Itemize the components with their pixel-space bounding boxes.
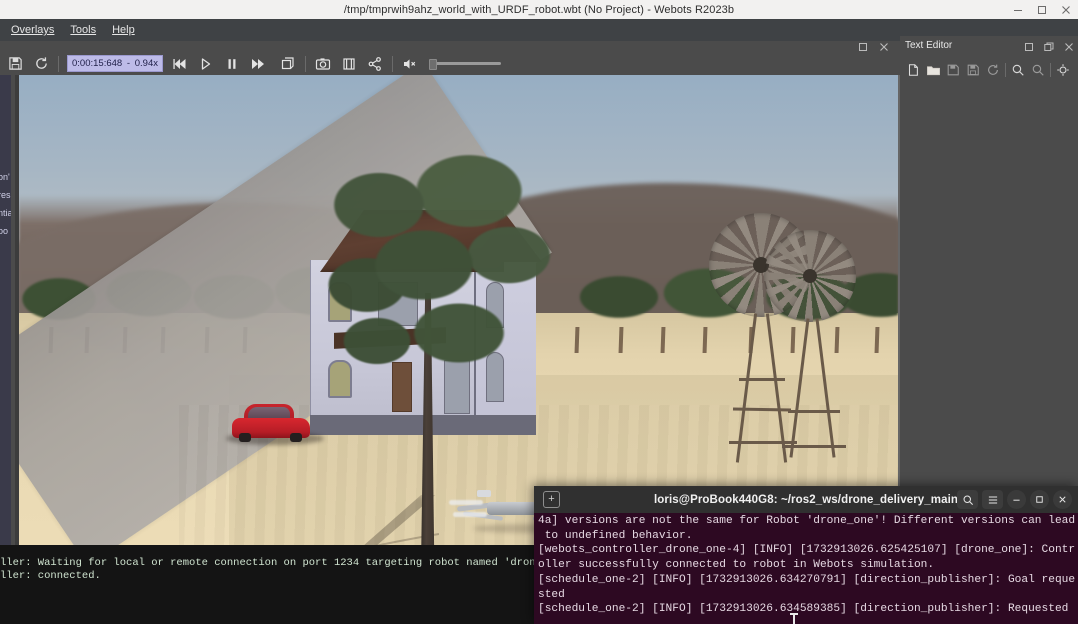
3d-simulation-view[interactable] — [19, 75, 898, 545]
windmill-right-leg-2 — [815, 318, 836, 458]
text-editor-header-buttons — [1024, 39, 1074, 51]
text-editor-title: Text Editor — [905, 39, 953, 51]
stub-text-line-4: oo — [0, 226, 9, 236]
run-fast-button[interactable] — [245, 53, 271, 75]
search-icon[interactable] — [957, 490, 978, 509]
window-controls — [1012, 0, 1072, 19]
search-icon[interactable] — [1008, 60, 1028, 80]
terminal-maximize-button[interactable] — [1030, 490, 1049, 509]
step-simulation-button[interactable] — [193, 53, 219, 75]
terminal-line-1: 4a] versions are not the same for Robot … — [538, 515, 1076, 527]
menu-tools[interactable]: Tools — [64, 22, 102, 38]
volume-knob[interactable] — [429, 58, 437, 70]
save-as-icon[interactable] — [963, 60, 983, 80]
new-file-icon[interactable] — [903, 60, 923, 80]
text-editor-header: Text Editor — [900, 36, 1078, 54]
text-editor-toolbar — [900, 58, 1078, 82]
take-screenshot-button[interactable] — [310, 53, 336, 75]
menu-help-label: Help — [112, 24, 135, 36]
scene-tree-panel-stub[interactable]: on' res ntia oo — [0, 75, 15, 545]
reset-simulation-button[interactable] — [167, 53, 193, 75]
text-cursor — [790, 613, 798, 624]
open-folder-icon[interactable] — [923, 60, 943, 80]
simulation-speed-value: 0.94x — [134, 58, 158, 69]
pause-simulation-button[interactable] — [219, 53, 245, 75]
terminal-line-3: [webots_controller_drone_one-4] [INFO] [… — [538, 544, 1076, 557]
time-speed-separator: - — [126, 58, 131, 69]
reload-icon[interactable] — [983, 60, 1003, 80]
windmill-right-rung-2 — [782, 445, 846, 448]
window-title: /tmp/tmprwih9ahz_world_with_URDF_robot.w… — [343, 3, 735, 16]
menu-overlays-label: Overlays — [11, 24, 55, 36]
dock-panel-button[interactable] — [1024, 39, 1034, 51]
terminal-minimize-button[interactable] — [1007, 490, 1026, 509]
hamburger-icon[interactable] — [982, 490, 1003, 509]
render-cube-button[interactable] — [275, 53, 301, 75]
simulation-toolbar: 0:00:15:648 - 0.94x — [0, 52, 501, 75]
new-tab-button[interactable]: + — [543, 491, 560, 508]
terminal-line-2: to undefined behavior. — [538, 529, 693, 542]
editor-toolbar-separator-2 — [1050, 63, 1051, 77]
toolbar-separator-2 — [305, 55, 306, 72]
maximize-view-button[interactable] — [858, 39, 868, 51]
menu-overlays[interactable]: Overlays — [5, 22, 60, 38]
menu-tools-label: Tools — [70, 24, 97, 36]
windmill-right-hub — [803, 269, 817, 283]
make-movie-button[interactable] — [336, 53, 362, 75]
terminal-window-controls — [957, 490, 1072, 509]
panel-splitter-right[interactable] — [898, 75, 900, 545]
menu-help[interactable]: Help — [106, 22, 141, 38]
terminal-output[interactable]: 4a] versions are not the same for Robot … — [534, 513, 1078, 624]
maximize-window-button[interactable] — [1036, 4, 1048, 16]
close-view-button[interactable] — [879, 39, 889, 51]
terminal-line-5: [schedule_one-2] [INFO] [1732913026.6342… — [538, 573, 1076, 586]
terminal-close-button[interactable] — [1053, 490, 1072, 509]
share-simulation-button[interactable] — [362, 53, 388, 75]
stub-text-line-2: res — [0, 190, 11, 200]
windmill-right — [764, 230, 874, 480]
tree-canopy — [319, 145, 569, 405]
window-titlebar: /tmp/tmprwih9ahz_world_with_URDF_robot.w… — [0, 0, 1078, 19]
terminal-line-6: sted — [538, 588, 565, 601]
save-icon[interactable] — [943, 60, 963, 80]
windmill-right-leg-1 — [789, 318, 810, 458]
simulation-time-value: 0:00:15:648 — [72, 58, 123, 69]
volume-slider[interactable] — [429, 58, 501, 70]
reload-world-button[interactable] — [28, 53, 54, 75]
text-editor-panel: Text Editor — [900, 36, 1078, 494]
float-panel-button[interactable] — [1044, 39, 1054, 51]
red-car-model — [226, 402, 324, 446]
sound-mute-button[interactable] — [397, 53, 423, 75]
search-next-icon[interactable] — [1028, 60, 1048, 80]
car-wheel-front — [239, 433, 251, 442]
car-wheel-rear — [290, 433, 302, 442]
editor-toolbar-separator-1 — [1005, 63, 1006, 77]
view-caption-buttons — [858, 39, 889, 51]
close-panel-button[interactable] — [1064, 39, 1074, 51]
gear-icon[interactable] — [1053, 60, 1073, 80]
stub-text-line-1: on' — [0, 172, 10, 182]
simulation-time-field[interactable]: 0:00:15:648 - 0.94x — [67, 55, 163, 72]
webots-application-window: /tmp/tmprwih9ahz_world_with_URDF_robot.w… — [0, 0, 1078, 624]
terminal-line-4: oller successfully connected to robot in… — [538, 559, 935, 572]
minimize-window-button[interactable] — [1012, 4, 1024, 16]
terminal-line-7: [schedule_one-2] [INFO] [1732913026.6345… — [538, 603, 1069, 616]
volume-track — [429, 62, 501, 65]
windmill-right-rung-1 — [788, 410, 840, 413]
toolbar-separator-1 — [58, 55, 59, 72]
save-world-button[interactable] — [2, 53, 28, 75]
terminal-titlebar: + loris@ProBook440G8: ~/ros2_ws/drone_de… — [534, 486, 1078, 513]
car-windshield — [248, 407, 290, 418]
panel-splitter-left[interactable] — [11, 75, 15, 545]
gnome-terminal-window[interactable]: + loris@ProBook440G8: ~/ros2_ws/drone_de… — [534, 486, 1078, 624]
close-window-button[interactable] — [1060, 4, 1072, 16]
toolbar-separator-3 — [392, 55, 393, 72]
